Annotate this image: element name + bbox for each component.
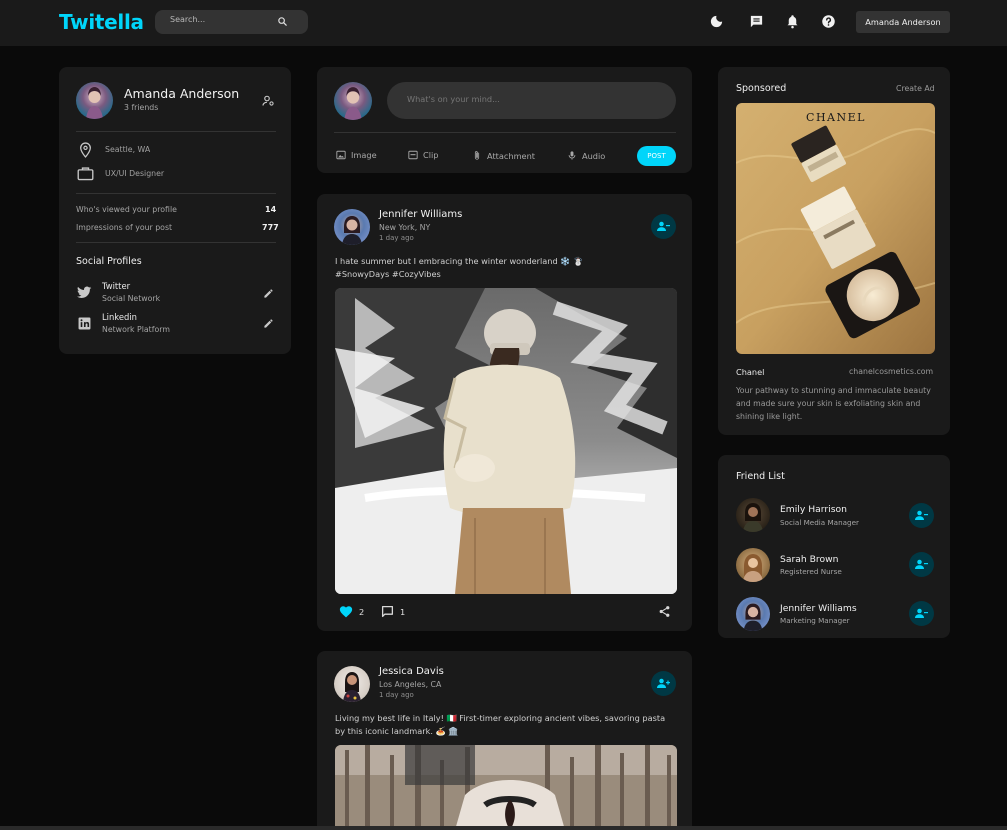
person-add-icon: [657, 678, 670, 688]
profile-divider: [76, 193, 276, 194]
social-twitter-type: Social Network: [102, 294, 161, 303]
profile-avatar[interactable]: [76, 82, 113, 119]
friend-avatar[interactable]: [736, 597, 770, 631]
linkedin-icon: [78, 317, 91, 330]
social-profiles-title: Social Profiles: [76, 256, 142, 267]
post-time: 1 day ago: [379, 691, 414, 699]
person-remove-icon: [915, 510, 928, 520]
remove-friend-button[interactable]: [651, 214, 676, 239]
composer-avatar: [334, 82, 372, 120]
app-logo[interactable]: Twitella: [59, 10, 144, 34]
composer-attachment-button[interactable]: Attachment: [472, 150, 535, 161]
comments-count: 1: [400, 607, 406, 617]
profile-name[interactable]: Amanda Anderson: [124, 86, 239, 101]
user-menu-button[interactable]: Amanda Anderson: [856, 11, 950, 33]
help-icon[interactable]: [821, 14, 836, 29]
ad-website[interactable]: chanelcosmetics.com: [849, 367, 933, 376]
ad-description: Your pathway to stunning and immaculate …: [736, 386, 931, 421]
search-icon[interactable]: [277, 16, 288, 27]
profile-divider: [76, 242, 276, 243]
heart-icon[interactable]: [339, 605, 353, 618]
composer-divider: [334, 132, 676, 133]
search-bar[interactable]: [155, 10, 308, 34]
post-image[interactable]: [335, 745, 677, 830]
composer-clip-button[interactable]: Clip: [408, 150, 438, 160]
profile-divider: [76, 131, 276, 132]
social-linkedin-type: Network Platform: [102, 325, 170, 334]
person-remove-icon: [915, 559, 928, 569]
edit-icon[interactable]: [263, 288, 274, 299]
composer-input[interactable]: [407, 94, 647, 104]
ad-brand-logo: CHANEL: [806, 111, 866, 124]
profile-views-label: Who's viewed your profile: [76, 205, 177, 214]
composer-clip-label: Clip: [423, 150, 439, 160]
manage-accounts-icon[interactable]: [262, 95, 275, 107]
create-ad-link[interactable]: Create Ad: [896, 84, 935, 93]
post-text: I hate summer but I embracing the winter…: [335, 256, 584, 279]
social-twitter-name[interactable]: Twitter: [102, 281, 130, 291]
bell-icon[interactable]: [785, 14, 800, 29]
person-remove-icon: [915, 608, 928, 618]
composer-input-wrap[interactable]: [387, 82, 676, 119]
impressions-value: 777: [262, 223, 279, 232]
post-author-name[interactable]: Jennifer Williams: [379, 209, 462, 220]
composer-image-label: Image: [351, 150, 377, 160]
composer-attachment-label: Attachment: [487, 150, 535, 161]
location-icon: [79, 142, 92, 158]
message-icon[interactable]: [749, 14, 764, 29]
ad-brand-name[interactable]: Chanel: [736, 367, 764, 377]
horizontal-scrollbar[interactable]: [0, 826, 1007, 830]
sponsored-title: Sponsored: [736, 83, 787, 94]
moon-icon[interactable]: [709, 14, 724, 29]
profile-occupation: UX/UI Designer: [105, 169, 165, 178]
microphone-icon: [568, 151, 576, 160]
post-location: Los Angeles, CA: [379, 680, 442, 689]
post-text: Living my best life in Italy! 🇮🇹 First-t…: [335, 713, 666, 736]
friend-name[interactable]: Sarah Brown: [780, 554, 838, 565]
post-image[interactable]: [335, 288, 677, 594]
composer-image-button[interactable]: Image: [336, 150, 377, 160]
gif-icon: [408, 150, 418, 160]
composer-audio-button[interactable]: Audio: [567, 150, 605, 161]
friend-role: Social Media Manager: [780, 518, 859, 527]
friend-list-title: Friend List: [736, 471, 785, 482]
profile-location: Seattle, WA: [105, 145, 151, 154]
post-time: 1 day ago: [379, 234, 414, 242]
friend-avatar[interactable]: [736, 548, 770, 582]
friend-role: Registered Nurse: [780, 567, 842, 576]
comment-icon[interactable]: [381, 605, 394, 618]
add-friend-button[interactable]: [651, 671, 676, 696]
ad-image[interactable]: CHANEL: [736, 103, 935, 354]
search-input[interactable]: [170, 15, 280, 24]
remove-friend-button[interactable]: [909, 601, 934, 626]
attachment-icon: [474, 151, 480, 160]
composer-audio-label: Audio: [582, 150, 606, 161]
friend-name[interactable]: Emily Harrison: [780, 504, 847, 515]
post-button[interactable]: POST: [637, 146, 676, 166]
remove-friend-button[interactable]: [909, 503, 934, 528]
profile-friends-count: 3 friends: [124, 103, 159, 112]
post-author-name[interactable]: Jessica Davis: [379, 666, 444, 677]
post-location: New York, NY: [379, 223, 431, 232]
friend-role: Marketing Manager: [780, 616, 850, 625]
post-author-avatar[interactable]: [334, 666, 370, 702]
briefcase-icon: [77, 166, 94, 181]
navbar: Twitella Amanda Anderson: [0, 0, 1007, 46]
profile-views-value: 14: [265, 205, 277, 214]
friend-avatar[interactable]: [736, 498, 770, 532]
post-author-avatar[interactable]: [334, 209, 370, 245]
social-linkedin-name[interactable]: Linkedin: [102, 312, 137, 322]
image-icon: [336, 150, 346, 160]
remove-friend-button[interactable]: [909, 552, 934, 577]
impressions-label: Impressions of your post: [76, 223, 173, 232]
share-icon[interactable]: [658, 605, 671, 618]
twitter-icon: [77, 286, 92, 299]
person-remove-icon: [657, 221, 670, 231]
friend-name[interactable]: Jennifer Williams: [780, 603, 857, 614]
edit-icon[interactable]: [263, 318, 274, 329]
likes-count: 2: [359, 607, 365, 617]
